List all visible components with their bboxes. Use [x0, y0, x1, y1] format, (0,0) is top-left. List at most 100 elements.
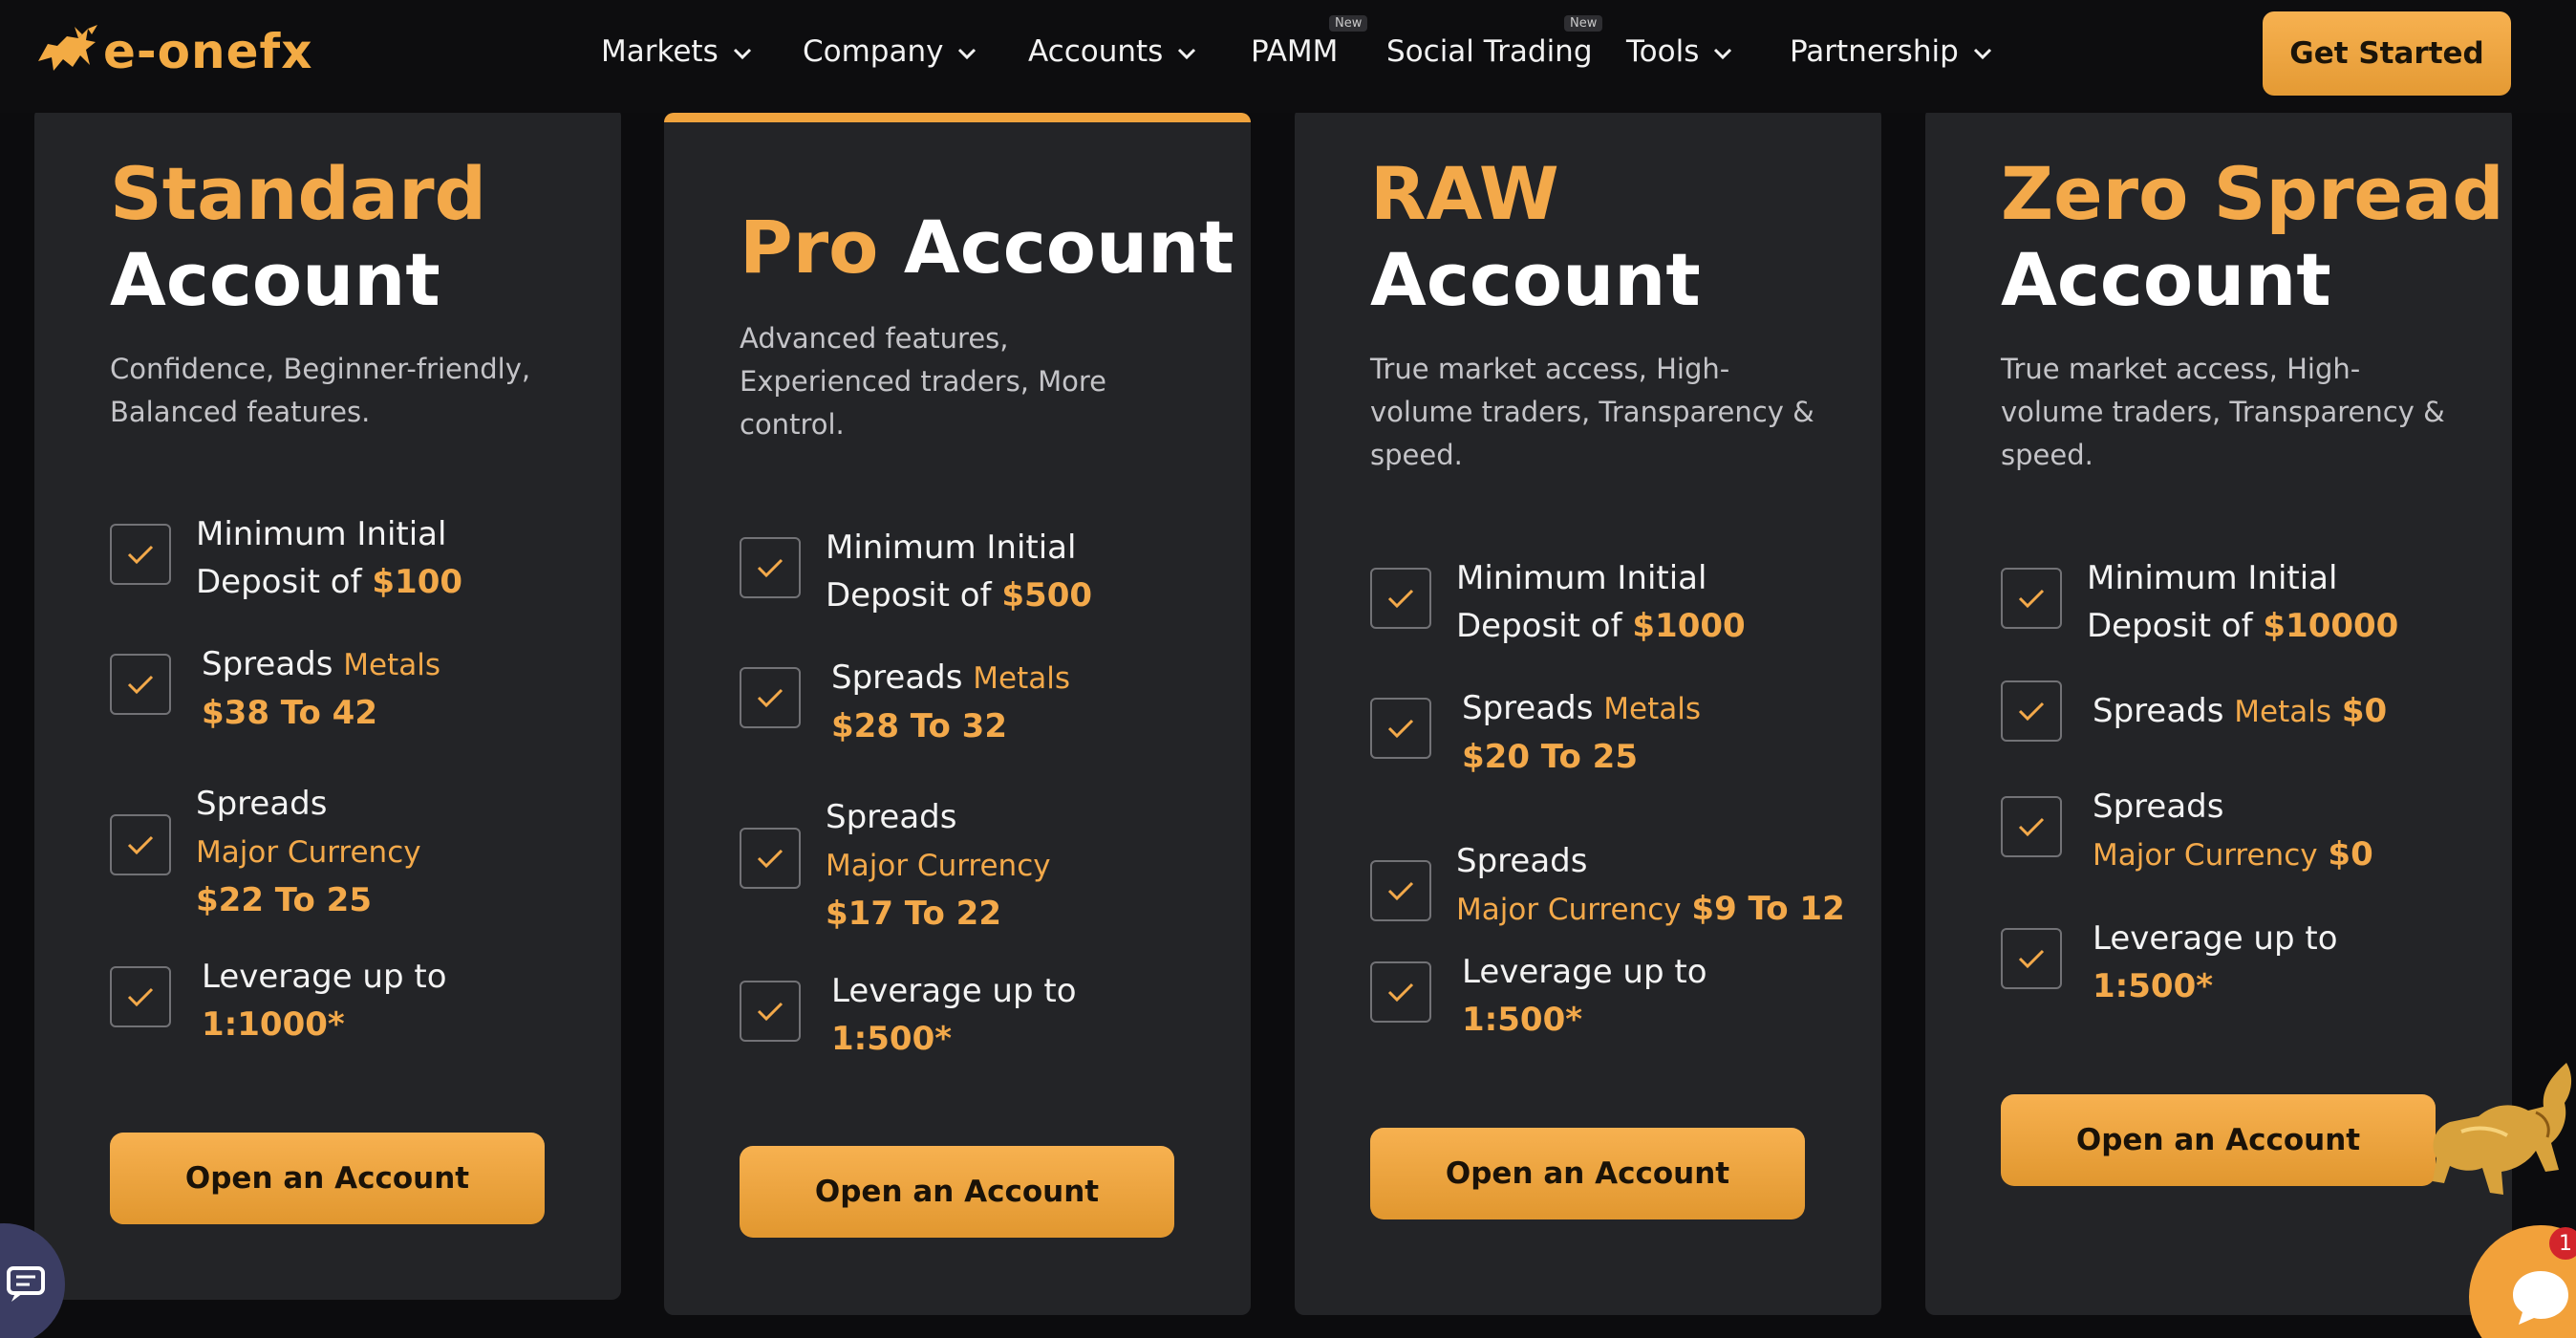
feature-currency-spread: Spreads Major Currency $22 To 25 [110, 785, 421, 924]
open-account-button[interactable]: Open an Account [740, 1146, 1174, 1238]
check-icon [740, 828, 801, 889]
brand-logo[interactable]: e-onefx [34, 23, 313, 80]
metals-tag: Metals [2234, 695, 2331, 729]
check-icon [110, 966, 171, 1027]
check-icon [1370, 860, 1431, 921]
deposit-label: Minimum Initial [2087, 559, 2338, 597]
feature-metals-spread: Spreads Metals $38 To 42 [110, 645, 440, 737]
nav-partnership-label: Partnership [1790, 34, 1959, 69]
check-icon [2001, 568, 2062, 629]
feature-leverage: Leverage up to 1:500* [2001, 919, 2338, 1010]
deposit-prefix: Deposit of [196, 563, 362, 601]
unread-count-badge: 1 [2549, 1227, 2576, 1260]
leverage-label: Leverage up to [831, 972, 1077, 1010]
nav-tools-label: Tools [1626, 34, 1700, 69]
new-badge: New [1329, 15, 1368, 32]
feature-leverage: Leverage up to 1:1000* [110, 958, 447, 1048]
deposit-amount: $100 [372, 563, 463, 601]
chevron-down-icon [1178, 48, 1196, 60]
card-title-accent: Pro [740, 205, 879, 290]
open-account-button[interactable]: Open an Account [1370, 1128, 1805, 1219]
currency-label: Spreads [826, 798, 957, 836]
golden-bull-icon [2433, 1063, 2572, 1195]
nav-company[interactable]: Company [803, 34, 977, 69]
metals-value: $0 [2341, 692, 2388, 730]
new-badge: New [1564, 15, 1603, 32]
chat-bubble-icon [2513, 1271, 2568, 1325]
card-title-rest: Account [2001, 237, 2331, 322]
nav-social-trading-label: Social Trading [1386, 34, 1593, 69]
nav-accounts-label: Accounts [1028, 34, 1164, 69]
logo-text: e-onefx [103, 24, 313, 79]
currency-label: Spreads [1456, 842, 1588, 880]
check-icon [110, 814, 171, 875]
card-title: Zero Spread Account [2001, 151, 2504, 323]
currency-tag: Major Currency [1456, 893, 1682, 927]
feature-leverage: Leverage up to 1:500* [740, 972, 1077, 1063]
chevron-down-icon [958, 48, 977, 60]
metals-tag: Metals [973, 661, 1070, 696]
check-icon [740, 981, 801, 1042]
currency-value: $22 To 25 [196, 881, 372, 919]
deposit-label: Minimum Initial [1456, 559, 1707, 597]
nav-partnership[interactable]: Partnership [1790, 34, 1993, 69]
message-list-icon [7, 1266, 45, 1302]
check-icon [1370, 698, 1431, 759]
card-description: Advanced features, Experienced traders, … [740, 322, 1107, 441]
check-icon [2001, 680, 2062, 742]
feature-min-deposit: Minimum Initial Deposit of $100 [110, 515, 463, 606]
nav-pamm[interactable]: PAMM New [1251, 15, 1368, 69]
currency-label: Spreads [196, 785, 328, 823]
card-description: True market access, High-volume traders,… [2001, 353, 2445, 471]
feature-metals-spread: Spreads Metals $20 To 25 [1370, 689, 1701, 781]
currency-value: $17 To 22 [826, 895, 1001, 933]
get-started-button[interactable]: Get Started [2263, 11, 2511, 96]
account-card-raw: RAW Account True market access, High-vol… [1295, 107, 1881, 1315]
feature-min-deposit: Minimum Initial Deposit of $1000 [1370, 559, 1746, 650]
check-icon [2001, 928, 2062, 989]
leverage-value: 1:1000* [202, 1005, 345, 1044]
card-title: Standard Account [110, 151, 486, 323]
deposit-amount: $1000 [1632, 607, 1746, 645]
currency-label: Spreads [2093, 788, 2224, 826]
currency-value: $0 [2328, 835, 2373, 874]
leverage-value: 1:500* [831, 1020, 953, 1058]
metals-value: $28 To 32 [831, 707, 1007, 745]
nav-markets[interactable]: Markets [601, 34, 753, 69]
nav-pamm-label: PAMM [1251, 34, 1339, 69]
metals-label: Spreads [1462, 689, 1594, 727]
leverage-label: Leverage up to [1462, 953, 1707, 991]
metals-label: Spreads [202, 645, 333, 683]
card-title: RAW Account [1370, 151, 1701, 323]
chevron-down-icon [733, 48, 751, 60]
deposit-amount: $500 [1001, 576, 1093, 615]
currency-tag: Major Currency [826, 849, 1051, 883]
open-account-button[interactable]: Open an Account [2001, 1094, 2436, 1186]
account-card-pro: Pro Account Advanced features, Experienc… [664, 113, 1251, 1315]
chevron-down-icon [1973, 48, 1991, 60]
card-description: Confidence, Beginner-friendly, Balanced … [110, 353, 531, 428]
leverage-label: Leverage up to [202, 958, 447, 996]
top-navbar: e-onefx Markets Company Accounts PAMM Ne… [0, 0, 2576, 113]
bull-logo-icon [38, 25, 97, 71]
nav-accounts[interactable]: Accounts [1028, 34, 1197, 69]
leverage-value: 1:500* [1462, 1001, 1583, 1039]
deposit-label: Minimum Initial [826, 529, 1077, 567]
check-icon [1370, 961, 1431, 1023]
check-icon [740, 667, 801, 728]
nav-social-trading[interactable]: Social Trading New [1386, 15, 1603, 69]
leverage-label: Leverage up to [2093, 919, 2338, 958]
chevron-down-icon [1714, 48, 1732, 60]
check-icon [110, 524, 171, 585]
deposit-amount: $10000 [2263, 607, 2399, 645]
check-icon [2001, 796, 2062, 857]
feature-metals-spread: Spreads Metals $0 [2001, 680, 2387, 742]
deposit-prefix: Deposit of [826, 576, 992, 615]
check-icon [1370, 568, 1431, 629]
feature-currency-spread: Spreads Major Currency $17 To 22 [740, 798, 1051, 938]
card-title-rest: Account [110, 237, 440, 322]
open-account-button[interactable]: Open an Account [110, 1133, 545, 1224]
metals-label: Spreads [2093, 692, 2224, 730]
currency-tag: Major Currency [2093, 838, 2318, 873]
nav-tools[interactable]: Tools [1626, 34, 1733, 69]
